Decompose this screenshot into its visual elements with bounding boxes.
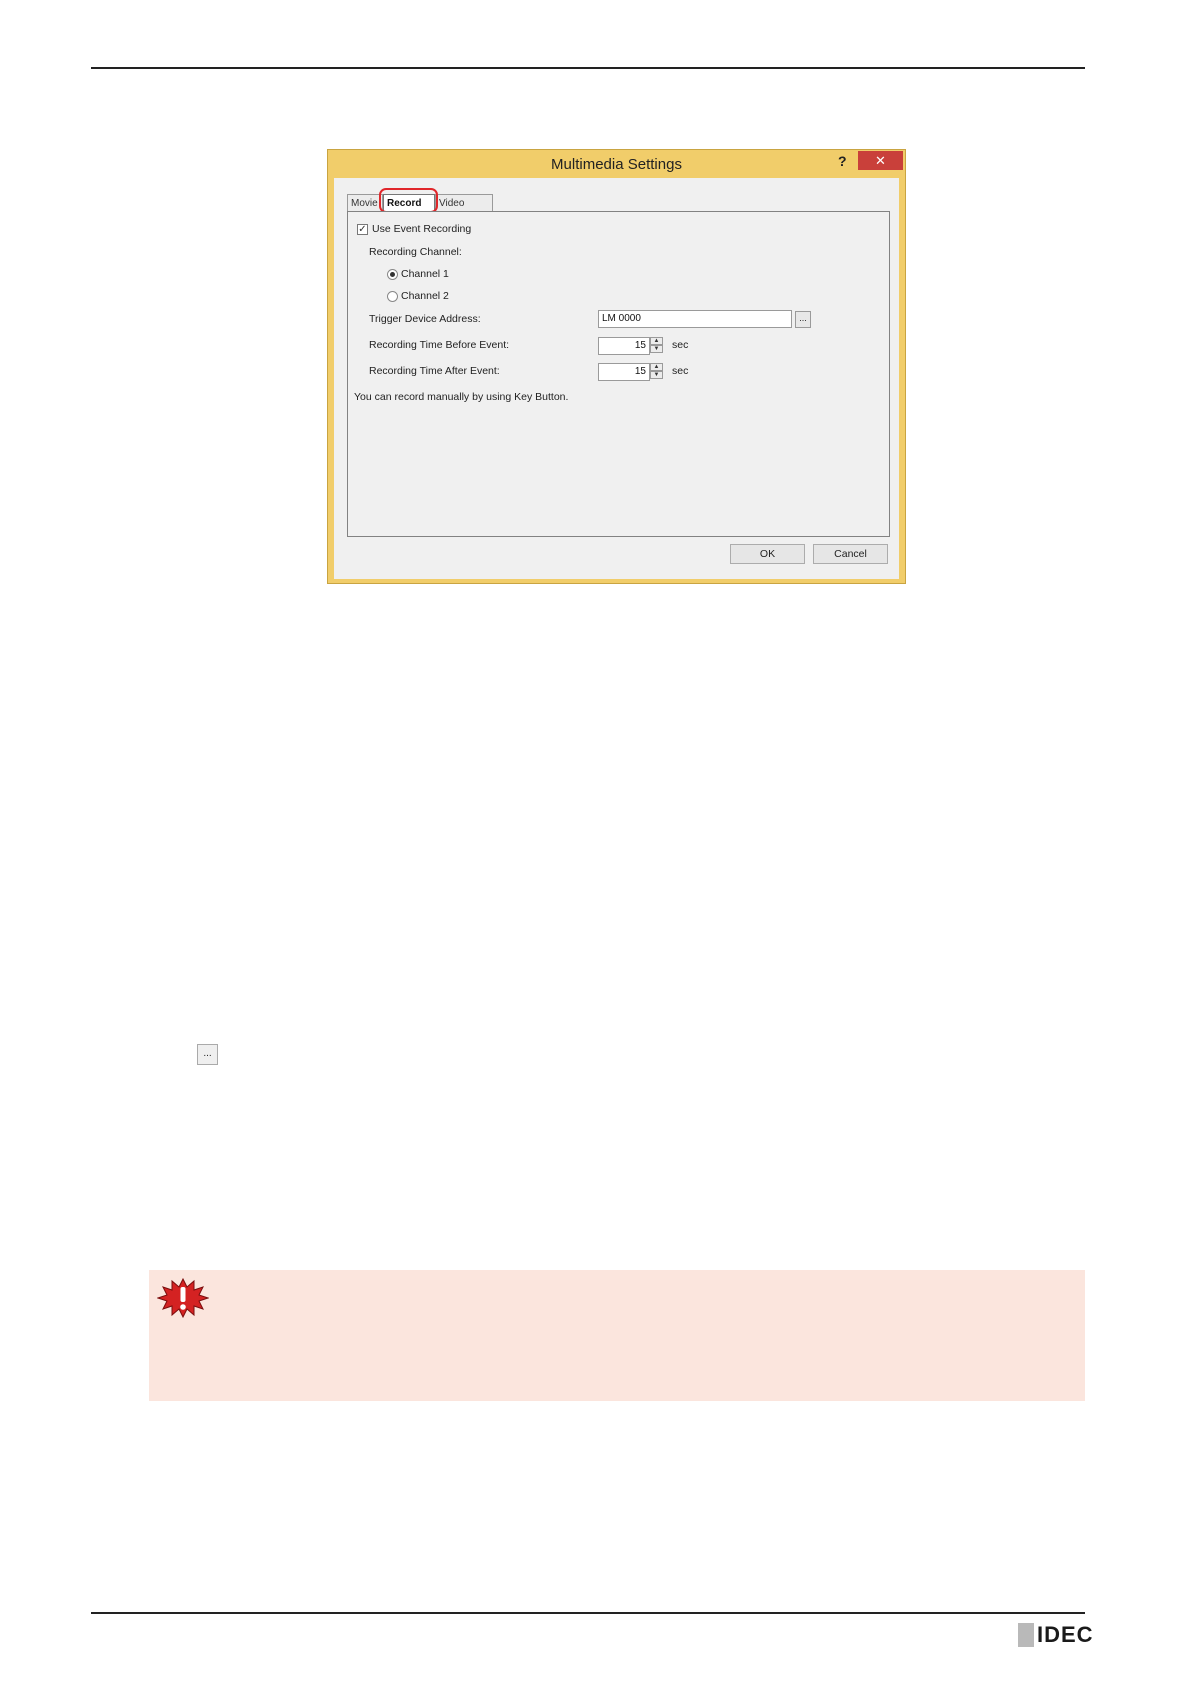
logo-mark	[1018, 1623, 1034, 1647]
header-rule	[91, 67, 1085, 69]
logo-text: IDEC	[1037, 1622, 1094, 1647]
cancel-button[interactable]: Cancel	[813, 544, 888, 564]
time-after-input[interactable]: 15	[598, 363, 650, 381]
trigger-device-input[interactable]: LM 0000	[598, 310, 792, 328]
spin-up-icon[interactable]: ▲	[650, 337, 663, 345]
tab-movie[interactable]: Movie	[347, 194, 383, 212]
close-button[interactable]: ✕	[858, 151, 903, 170]
recording-channel-label: Recording Channel:	[369, 246, 462, 258]
footer-rule	[91, 1612, 1085, 1614]
time-after-spinner[interactable]: ▲ ▼	[650, 363, 663, 381]
time-before-label: Recording Time Before Event:	[369, 339, 510, 351]
manual-record-note: You can record manually by using Key But…	[354, 391, 569, 403]
time-before-spinner[interactable]: ▲ ▼	[650, 337, 663, 355]
record-tab-highlight	[379, 188, 438, 213]
spin-down-icon[interactable]: ▼	[650, 345, 663, 353]
trigger-device-label: Trigger Device Address:	[369, 313, 481, 325]
spin-up-icon[interactable]: ▲	[650, 363, 663, 371]
dialog-title: Multimedia Settings	[551, 156, 682, 173]
time-after-unit: sec	[672, 365, 689, 377]
time-before-unit: sec	[672, 339, 689, 351]
channel-2-label: Channel 2	[401, 290, 449, 302]
multimedia-settings-dialog: Multimedia Settings ? ✕ Movie Video Inpu…	[327, 149, 906, 584]
trigger-device-browse-button[interactable]: ...	[795, 311, 811, 328]
warning-box	[149, 1270, 1085, 1401]
channel-1-radio[interactable]	[387, 269, 398, 280]
browse-button-illustration[interactable]: ...	[197, 1044, 218, 1065]
tab-video-input[interactable]: Video Input	[435, 194, 493, 227]
ok-button[interactable]: OK	[730, 544, 805, 564]
time-after-label: Recording Time After Event:	[369, 365, 500, 377]
help-button[interactable]: ?	[838, 153, 847, 169]
record-tab-panel: ✓ Use Event Recording Recording Channel:…	[347, 211, 890, 537]
spin-down-icon[interactable]: ▼	[650, 371, 663, 379]
warning-burst-icon	[157, 1278, 209, 1318]
idec-logo: IDEC	[1018, 1622, 1094, 1648]
use-event-recording-checkbox[interactable]: ✓	[357, 224, 368, 235]
dialog-client-area: Movie Video Input Record ✓ Use Event Rec…	[334, 178, 899, 579]
channel-1-label: Channel 1	[401, 268, 449, 280]
time-before-input[interactable]: 15	[598, 337, 650, 355]
channel-2-radio[interactable]	[387, 291, 398, 302]
use-event-recording-label: Use Event Recording	[372, 223, 472, 235]
